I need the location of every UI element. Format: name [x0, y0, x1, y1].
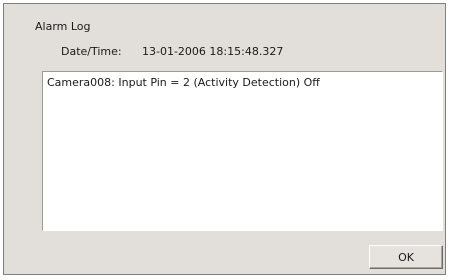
- ok-button[interactable]: OK: [369, 245, 443, 269]
- alarm-log-dialog: Alarm Log Date/Time: 13-01-2006 18:15:48…: [3, 3, 446, 275]
- log-text-area[interactable]: Camera008: Input Pin = 2 (Activity Detec…: [42, 71, 443, 231]
- datetime-value: 13-01-2006 18:15:48.327: [142, 45, 284, 58]
- dialog-title: Alarm Log: [35, 20, 91, 33]
- datetime-label: Date/Time:: [61, 45, 122, 58]
